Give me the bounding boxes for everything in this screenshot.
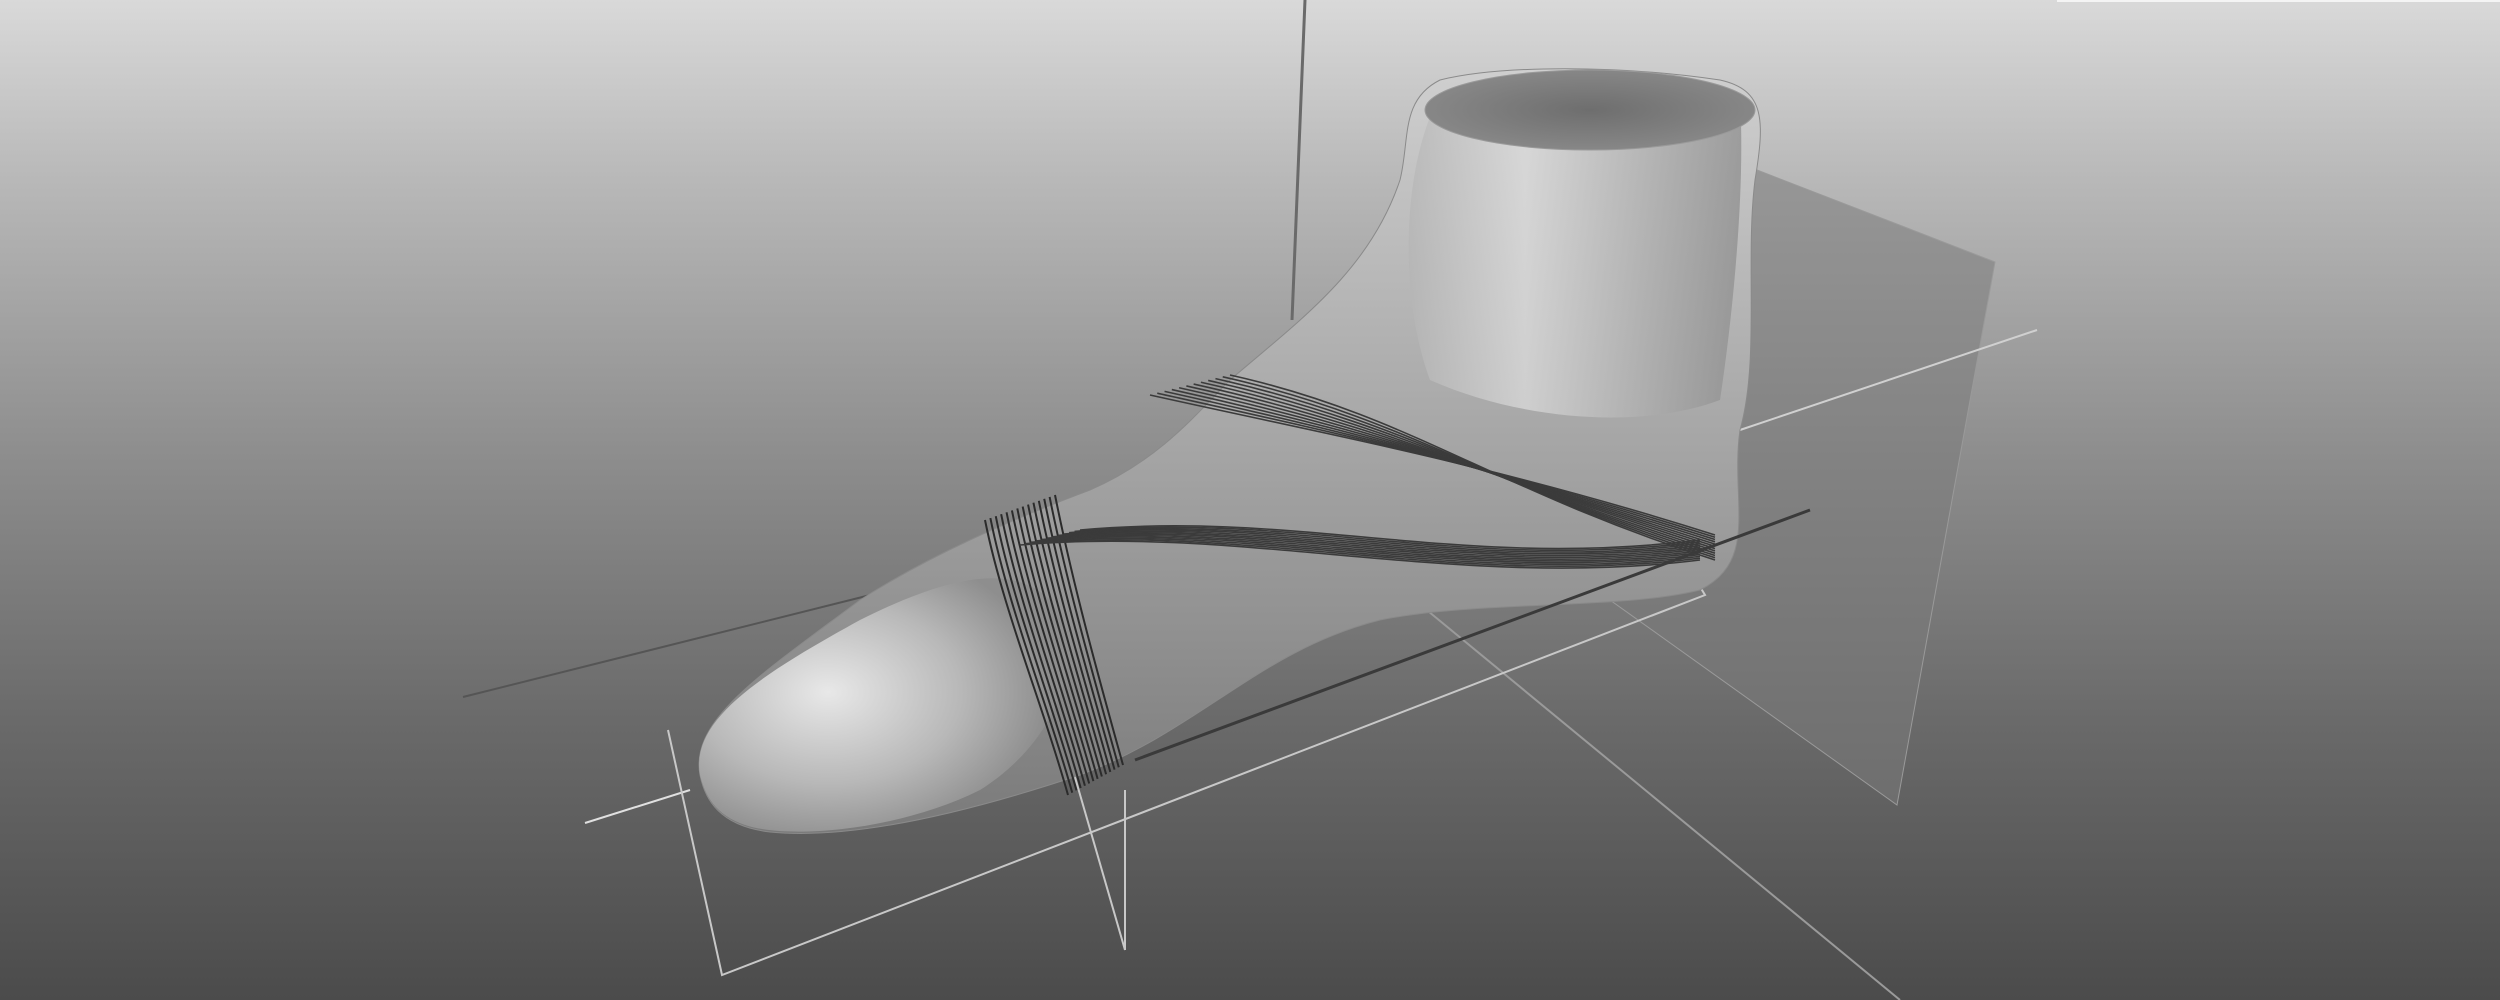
vertical-guide-line — [1290, 0, 1307, 321]
viewport-scene — [462, 0, 2038, 1000]
frame-post — [1069, 759, 1126, 951]
leg-top-cap — [1424, 69, 1756, 151]
toe-guide-line — [584, 789, 691, 824]
3d-viewport[interactable] — [0, 0, 2500, 1000]
